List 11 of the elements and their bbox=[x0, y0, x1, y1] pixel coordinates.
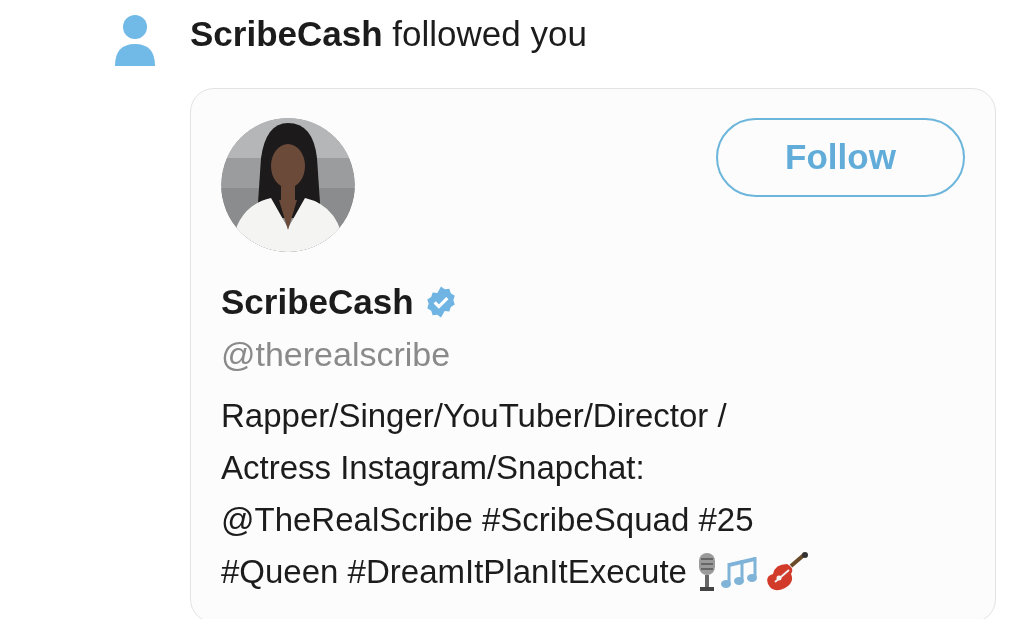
bio-line: @TheRealScribe #ScribeSquad #25 bbox=[221, 500, 754, 540]
microphone-icon bbox=[696, 553, 717, 591]
bio-line: #Queen #DreamItPlanItExecute bbox=[221, 552, 687, 592]
profile-name: ScribeCash bbox=[221, 281, 414, 323]
person-icon bbox=[114, 14, 156, 66]
guitar-icon bbox=[764, 552, 809, 592]
profile-handle: @therealscribe bbox=[221, 334, 452, 375]
bio-line: Rapper/Singer/YouTuber/Director / bbox=[221, 396, 727, 436]
notification-text: ScribeCash followed you bbox=[190, 13, 588, 55]
bio-line: Actress Instagram/Snapchat: bbox=[221, 448, 645, 488]
follow-button[interactable]: Follow bbox=[716, 118, 965, 197]
